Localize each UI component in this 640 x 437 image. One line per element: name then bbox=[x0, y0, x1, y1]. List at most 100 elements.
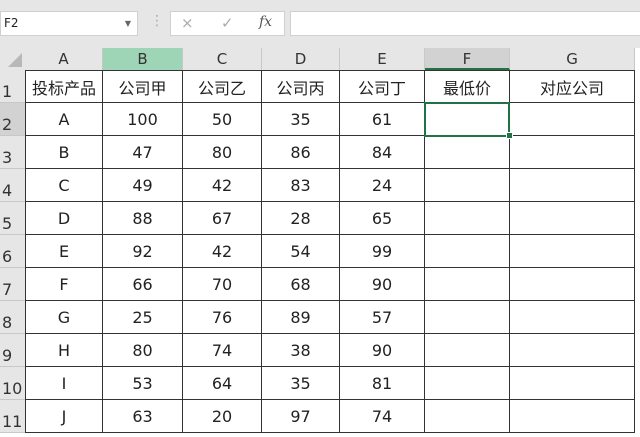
cell-F9[interactable] bbox=[425, 334, 510, 367]
cell-D7[interactable]: 68 bbox=[262, 268, 340, 301]
cell-B4[interactable]: 49 bbox=[103, 169, 183, 202]
cell-G6[interactable] bbox=[510, 235, 635, 268]
cell-A6[interactable]: E bbox=[25, 235, 103, 268]
cell-D3[interactable]: 86 bbox=[262, 136, 340, 169]
column-header-G[interactable]: G bbox=[510, 48, 635, 70]
cell-C11[interactable]: 20 bbox=[183, 400, 262, 433]
row-header-5[interactable]: 5 bbox=[0, 202, 25, 235]
column-header-B[interactable]: B bbox=[103, 48, 183, 70]
cell-A3[interactable]: B bbox=[25, 136, 103, 169]
cell-A1[interactable]: 投标产品 bbox=[25, 70, 103, 103]
cell-F8[interactable] bbox=[425, 301, 510, 334]
cell-B6[interactable]: 92 bbox=[103, 235, 183, 268]
cell-D10[interactable]: 35 bbox=[262, 367, 340, 400]
cell-C1[interactable]: 公司乙 bbox=[183, 70, 262, 103]
row-header-11[interactable]: 11 bbox=[0, 400, 25, 433]
cell-F4[interactable] bbox=[425, 169, 510, 202]
cell-E8[interactable]: 57 bbox=[340, 301, 425, 334]
cell-G7[interactable] bbox=[510, 268, 635, 301]
cell-C4[interactable]: 42 bbox=[183, 169, 262, 202]
cell-D6[interactable]: 54 bbox=[262, 235, 340, 268]
cell-B11[interactable]: 63 bbox=[103, 400, 183, 433]
cell-A9[interactable]: H bbox=[25, 334, 103, 367]
cell-G1[interactable]: 对应公司 bbox=[510, 70, 635, 103]
cell-D4[interactable]: 83 bbox=[262, 169, 340, 202]
cell-C2[interactable]: 50 bbox=[183, 103, 262, 136]
cell-G4[interactable] bbox=[510, 169, 635, 202]
cell-G9[interactable] bbox=[510, 334, 635, 367]
cell-E10[interactable]: 81 bbox=[340, 367, 425, 400]
column-header-E[interactable]: E bbox=[340, 48, 425, 70]
cell-D1[interactable]: 公司丙 bbox=[262, 70, 340, 103]
chevron-down-icon[interactable]: ▼ bbox=[125, 12, 131, 35]
cell-B7[interactable]: 66 bbox=[103, 268, 183, 301]
cell-B3[interactable]: 47 bbox=[103, 136, 183, 169]
row-header-1[interactable]: 1 bbox=[0, 70, 25, 103]
cell-A5[interactable]: D bbox=[25, 202, 103, 235]
drag-handle-icon[interactable]: ⋮ bbox=[150, 13, 164, 29]
cell-A10[interactable]: I bbox=[25, 367, 103, 400]
insert-function-icon[interactable]: fx bbox=[259, 14, 272, 30]
row-header-2[interactable]: 2 bbox=[0, 103, 25, 136]
cell-E5[interactable]: 65 bbox=[340, 202, 425, 235]
cell-A2[interactable]: A bbox=[25, 103, 103, 136]
formula-input[interactable] bbox=[290, 11, 640, 36]
cell-F2[interactable] bbox=[425, 103, 510, 136]
cell-E9[interactable]: 90 bbox=[340, 334, 425, 367]
row-header-3[interactable]: 3 bbox=[0, 136, 25, 169]
cell-E6[interactable]: 99 bbox=[340, 235, 425, 268]
cell-F1[interactable]: 最低价 bbox=[425, 70, 510, 103]
cell-G2[interactable] bbox=[510, 103, 635, 136]
cell-F11[interactable] bbox=[425, 400, 510, 433]
cell-E7[interactable]: 90 bbox=[340, 268, 425, 301]
cell-A8[interactable]: G bbox=[25, 301, 103, 334]
cancel-icon[interactable]: × bbox=[181, 14, 194, 32]
cell-E3[interactable]: 84 bbox=[340, 136, 425, 169]
row-header-4[interactable]: 4 bbox=[0, 169, 25, 202]
column-header-C[interactable]: C bbox=[183, 48, 262, 70]
cell-B10[interactable]: 53 bbox=[103, 367, 183, 400]
cell-D5[interactable]: 28 bbox=[262, 202, 340, 235]
cell-E11[interactable]: 74 bbox=[340, 400, 425, 433]
cell-B9[interactable]: 80 bbox=[103, 334, 183, 367]
row-header-10[interactable]: 10 bbox=[0, 367, 25, 400]
row-header-6[interactable]: 6 bbox=[0, 235, 25, 268]
cell-F5[interactable] bbox=[425, 202, 510, 235]
cell-D11[interactable]: 97 bbox=[262, 400, 340, 433]
cell-C7[interactable]: 70 bbox=[183, 268, 262, 301]
column-header-D[interactable]: D bbox=[262, 48, 340, 70]
cell-E1[interactable]: 公司丁 bbox=[340, 70, 425, 103]
column-header-A[interactable]: A bbox=[25, 48, 103, 70]
cell-G8[interactable] bbox=[510, 301, 635, 334]
cell-G3[interactable] bbox=[510, 136, 635, 169]
cell-B5[interactable]: 88 bbox=[103, 202, 183, 235]
row-header-7[interactable]: 7 bbox=[0, 268, 25, 301]
select-all-button[interactable] bbox=[0, 48, 25, 70]
cell-C10[interactable]: 64 bbox=[183, 367, 262, 400]
cell-F6[interactable] bbox=[425, 235, 510, 268]
cell-C8[interactable]: 76 bbox=[183, 301, 262, 334]
cell-A4[interactable]: C bbox=[25, 169, 103, 202]
cell-D2[interactable]: 35 bbox=[262, 103, 340, 136]
cell-G10[interactable] bbox=[510, 367, 635, 400]
cell-F10[interactable] bbox=[425, 367, 510, 400]
cell-C3[interactable]: 80 bbox=[183, 136, 262, 169]
enter-icon[interactable]: ✓ bbox=[221, 14, 234, 32]
cell-A11[interactable]: J bbox=[25, 400, 103, 433]
fill-handle[interactable] bbox=[506, 132, 513, 139]
cell-B8[interactable]: 25 bbox=[103, 301, 183, 334]
cell-F3[interactable] bbox=[425, 136, 510, 169]
row-header-9[interactable]: 9 bbox=[0, 334, 25, 367]
cell-C5[interactable]: 67 bbox=[183, 202, 262, 235]
cell-C9[interactable]: 74 bbox=[183, 334, 262, 367]
row-header-8[interactable]: 8 bbox=[0, 301, 25, 334]
cell-C6[interactable]: 42 bbox=[183, 235, 262, 268]
cell-E2[interactable]: 61 bbox=[340, 103, 425, 136]
cell-D8[interactable]: 89 bbox=[262, 301, 340, 334]
column-header-F[interactable]: F bbox=[425, 48, 510, 70]
cell-B1[interactable]: 公司甲 bbox=[103, 70, 183, 103]
cell-G11[interactable] bbox=[510, 400, 635, 433]
cell-G5[interactable] bbox=[510, 202, 635, 235]
name-box[interactable]: F2 ▼ bbox=[0, 11, 138, 36]
cell-A7[interactable]: F bbox=[25, 268, 103, 301]
